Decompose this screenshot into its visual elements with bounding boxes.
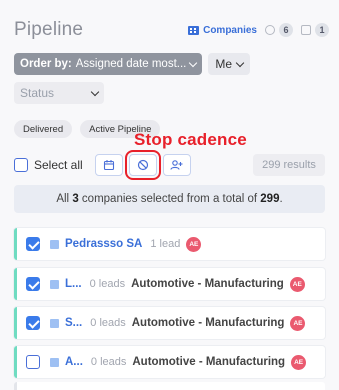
schedule-button[interactable] [94, 154, 123, 176]
chip-delivered[interactable]: Delivered [14, 120, 73, 138]
tab-leads[interactable]: 6 [265, 23, 293, 37]
results-count: 299 results [253, 154, 325, 176]
order-by-prefix: Order by: [20, 58, 72, 70]
order-row: Order by: Assigned date most... Me [14, 53, 251, 75]
status-select[interactable]: Status [14, 82, 104, 104]
assign-user-icon [170, 160, 183, 170]
stop-icon [137, 159, 148, 171]
leads-count: 0 leads [90, 356, 127, 368]
stop-cadence-annotation: Stop cadence [134, 130, 247, 149]
company-name[interactable]: L... [65, 278, 82, 290]
assignee-avatar: AE [186, 236, 202, 252]
row-checkbox[interactable] [26, 355, 40, 369]
industry: Automotive - Manufacturing [132, 356, 286, 368]
company-row[interactable]: A... 0 leads Automotive - Manufacturing … [14, 346, 325, 378]
row-checkbox[interactable] [26, 277, 40, 291]
banner-suffix: . [279, 193, 283, 205]
company-row[interactable]: L... 0 leads Automotive - Manufacturing … [14, 268, 325, 300]
chevron-down-icon [235, 58, 245, 67]
box-icon [301, 25, 311, 35]
industry: Automotive - Manufacturing [131, 278, 284, 290]
calendar-icon [103, 160, 114, 171]
assignee-avatar: AE [290, 315, 306, 331]
owner-value: Me [215, 57, 233, 71]
company-name[interactable]: A... [65, 356, 83, 368]
row-checkbox[interactable] [26, 316, 40, 330]
view-tabs: Companies 6 1 [188, 23, 329, 37]
building-icon [50, 239, 59, 249]
banner-total: 299 [260, 193, 280, 205]
order-by-select[interactable]: Order by: Assigned date most... [14, 53, 203, 75]
stop-cadence-button[interactable] [124, 150, 161, 180]
tab-companies-label: Companies [203, 24, 257, 36]
bulk-toolbar: Select all 299 results [14, 150, 325, 180]
building-icon [50, 279, 59, 289]
building-icon [50, 318, 59, 328]
company-row[interactable]: Pedrassso SA 1 lead AE [14, 228, 325, 260]
assignee-avatar: AE [291, 354, 307, 370]
order-by-value: Assigned date most... [75, 58, 187, 70]
chevron-down-icon [90, 87, 100, 96]
select-all-checkbox[interactable] [14, 158, 28, 172]
selection-banner: All 3 companies selected from a total of… [14, 185, 325, 213]
person-icon [265, 25, 275, 35]
header: Pipeline Companies 6 1 [14, 16, 329, 44]
tab-tasks[interactable]: 1 [301, 23, 329, 37]
industry: Automotive - Manufacturing [131, 317, 285, 329]
status-placeholder: Status [20, 86, 55, 100]
company-row[interactable]: S... 0 leads Automotive - Manufacturing … [14, 307, 325, 339]
tasks-count-badge: 1 [315, 23, 329, 37]
leads-count: 1 lead [150, 238, 181, 250]
tab-companies[interactable]: Companies [188, 25, 257, 36]
company-row-partial [14, 382, 325, 390]
select-all[interactable]: Select all [14, 158, 83, 172]
select-all-label: Select all [34, 158, 83, 172]
row-checkbox[interactable] [26, 237, 40, 251]
banner-selected-count: 3 [72, 193, 79, 205]
leads-count: 0 leads [90, 317, 126, 329]
banner-prefix: All [56, 193, 70, 205]
company-name[interactable]: Pedrassso SA [65, 238, 142, 250]
building-icon [50, 357, 59, 367]
chevron-down-icon [189, 58, 198, 67]
assign-user-button[interactable] [162, 154, 191, 176]
page-title: Pipeline [14, 19, 84, 40]
building-icon [188, 25, 200, 35]
leads-count-badge: 6 [279, 23, 293, 37]
banner-middle: companies selected from a total of [81, 193, 258, 205]
company-name[interactable]: S... [65, 317, 82, 329]
assignee-avatar: AE [289, 276, 305, 292]
leads-count: 0 leads [89, 278, 126, 290]
owner-select[interactable]: Me [208, 53, 251, 75]
